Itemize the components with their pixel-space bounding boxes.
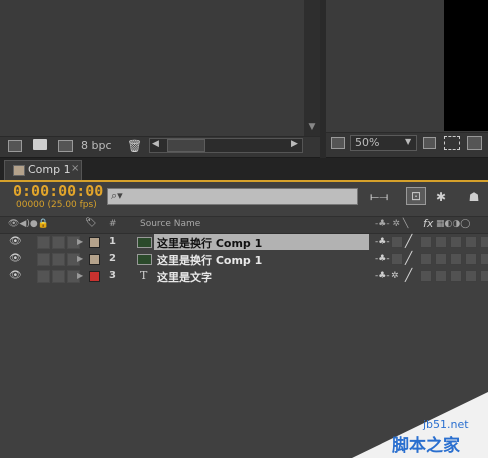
table-row[interactable]: 👁 ▶ 1 这里是换行 Comp 1 -♣- ╱ bbox=[0, 234, 488, 251]
source-name-header[interactable]: Source Name bbox=[140, 219, 200, 229]
chevron-down-icon[interactable]: ▼ bbox=[405, 137, 411, 146]
effects-header: fx bbox=[423, 217, 434, 230]
switches-header-icons: -♣- ✲ ╲ bbox=[375, 219, 409, 229]
new-composition-icon[interactable] bbox=[58, 140, 73, 152]
magnify-icon[interactable] bbox=[331, 137, 345, 149]
frame-rate-display: 00000 (25.00 fps) bbox=[16, 200, 97, 210]
layer-number: 2 bbox=[109, 253, 116, 264]
label-color-swatch[interactable] bbox=[89, 237, 100, 248]
table-row[interactable]: 👁 ▶ 2 这里是换行 Comp 1 -♣- ╱ bbox=[0, 251, 488, 268]
composition-mini-flowchart-icon[interactable]: ⟝⟞ bbox=[370, 189, 388, 205]
project-panel bbox=[0, 0, 320, 156]
solo-toggle[interactable] bbox=[52, 270, 65, 283]
text-layer-icon: T bbox=[140, 269, 148, 282]
scroll-down-arrow-icon[interactable]: ▼ bbox=[307, 122, 317, 132]
column-header-row bbox=[0, 216, 488, 234]
quality-switch-icon[interactable]: ╱ bbox=[405, 234, 412, 248]
collapse-switch[interactable] bbox=[391, 253, 403, 265]
av-features-header-icon: 👁◀)●🔒 bbox=[8, 219, 49, 229]
effect-switch[interactable] bbox=[420, 253, 432, 265]
zoom-value: 50% bbox=[355, 136, 380, 149]
draft-3d-icon[interactable]: ✱ bbox=[432, 189, 450, 205]
scroll-left-icon[interactable]: ◀ bbox=[152, 139, 159, 149]
bit-depth-button[interactable]: 8 bpc bbox=[81, 139, 112, 152]
layer-name[interactable]: 这里是换行 Comp 1 bbox=[157, 252, 262, 268]
layer-name[interactable]: 这里是换行 Comp 1 bbox=[157, 235, 262, 251]
shy-switch-icon[interactable]: -♣- bbox=[375, 237, 390, 247]
expand-arrow-icon[interactable]: ▶ bbox=[77, 271, 83, 280]
motion-blur-switch[interactable] bbox=[450, 236, 462, 248]
tab-label: Comp 1 bbox=[28, 163, 71, 176]
label-color-swatch[interactable] bbox=[89, 271, 100, 282]
scroll-right-icon[interactable]: ▶ bbox=[291, 139, 298, 149]
live-update-icon[interactable]: ⊡ bbox=[406, 187, 426, 205]
hide-shy-layers-icon[interactable]: ☗ bbox=[465, 189, 483, 205]
expand-arrow-icon[interactable]: ▶ bbox=[77, 254, 83, 263]
tab-color-swatch bbox=[13, 165, 25, 176]
3d-layer-switch[interactable] bbox=[480, 270, 488, 282]
effect-switch[interactable] bbox=[420, 236, 432, 248]
new-folder-icon[interactable] bbox=[33, 139, 47, 150]
3d-layer-switch[interactable] bbox=[480, 253, 488, 265]
viewer-canvas bbox=[444, 0, 488, 131]
adjustment-switch[interactable] bbox=[465, 236, 477, 248]
layer-name[interactable]: 这里是文字 bbox=[157, 269, 212, 285]
expand-arrow-icon[interactable]: ▶ bbox=[77, 237, 83, 246]
solo-toggle[interactable] bbox=[52, 236, 65, 249]
watermark-site: jb51.net bbox=[423, 418, 469, 431]
motion-blur-switch[interactable] bbox=[450, 253, 462, 265]
trash-icon[interactable]: 🗑 bbox=[127, 139, 142, 153]
quality-switch-icon[interactable]: ╱ bbox=[405, 251, 412, 265]
eye-icon[interactable]: 👁 bbox=[9, 253, 22, 264]
frame-blend-switch[interactable] bbox=[435, 270, 447, 282]
composition-icon bbox=[137, 254, 152, 265]
composition-icon bbox=[137, 237, 152, 248]
close-icon[interactable]: × bbox=[71, 163, 79, 174]
solo-toggle[interactable] bbox=[52, 253, 65, 266]
audio-toggle[interactable] bbox=[37, 270, 50, 283]
shy-switch-icon[interactable]: -♣- bbox=[375, 271, 390, 281]
watermark-name: 脚本之家 bbox=[392, 436, 460, 456]
search-input[interactable] bbox=[107, 188, 358, 205]
frame-blend-switch[interactable] bbox=[435, 253, 447, 265]
eye-icon[interactable]: 👁 bbox=[9, 270, 22, 281]
adjustment-switch[interactable] bbox=[465, 253, 477, 265]
effect-switch[interactable] bbox=[420, 270, 432, 282]
current-time-display[interactable]: 0:00:00:00 bbox=[13, 182, 103, 200]
safe-area-icon[interactable] bbox=[444, 136, 460, 150]
more-switches-header-icons: ▦◐◑◯ bbox=[436, 219, 471, 229]
adjustment-switch[interactable] bbox=[465, 270, 477, 282]
frame-blend-switch[interactable] bbox=[435, 236, 447, 248]
grid-icon[interactable] bbox=[423, 137, 436, 149]
label-header-icon[interactable]: 🏷 bbox=[85, 218, 96, 228]
layer-number: 3 bbox=[109, 270, 116, 281]
search-icon: ⌕▾ bbox=[111, 189, 123, 202]
3d-layer-switch[interactable] bbox=[480, 236, 488, 248]
motion-blur-switch[interactable] bbox=[450, 270, 462, 282]
shy-switch-icon[interactable]: -♣- bbox=[375, 254, 390, 264]
audio-toggle[interactable] bbox=[37, 236, 50, 249]
interpret-footage-icon[interactable] bbox=[8, 140, 22, 152]
project-scrollbar[interactable] bbox=[304, 0, 320, 136]
audio-toggle[interactable] bbox=[37, 253, 50, 266]
layer-number: 1 bbox=[109, 236, 116, 247]
quality-switch-icon[interactable]: ╱ bbox=[405, 268, 412, 282]
mask-visibility-icon[interactable] bbox=[467, 136, 482, 150]
label-color-swatch[interactable] bbox=[89, 254, 100, 265]
continuous-rasterize-switch-icon[interactable]: ✲ bbox=[391, 271, 399, 281]
collapse-switch[interactable] bbox=[391, 236, 403, 248]
eye-icon[interactable]: 👁 bbox=[9, 236, 22, 247]
number-header[interactable]: # bbox=[109, 219, 117, 229]
scrollbar-thumb[interactable] bbox=[167, 139, 205, 152]
table-row[interactable]: 👁 ▶ 3 T 这里是文字 -♣- ✲ ╱ bbox=[0, 268, 488, 285]
